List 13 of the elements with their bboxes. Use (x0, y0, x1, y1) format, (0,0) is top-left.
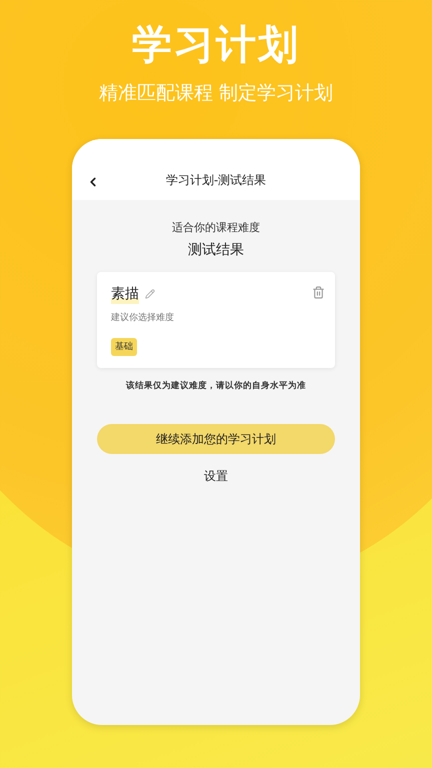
result-heading: 测试结果 (188, 241, 244, 260)
banner-title: 学习计划 (132, 21, 300, 70)
level-tag: 基础 (111, 338, 137, 356)
banner-subtitle: 精准匹配课程 制定学习计划 (98, 81, 334, 106)
course-name: 素描 (111, 284, 139, 304)
header-title: 学习计划-测试结果 (166, 172, 266, 189)
trash-icon[interactable] (312, 286, 325, 299)
note-text: 该结果仅为建议难度，请以你的自身水平为准 (126, 380, 306, 392)
settings-link[interactable]: 设置 (200, 466, 232, 487)
edit-icon[interactable] (145, 289, 155, 299)
add-plan-button[interactable]: 继续添加您的学习计划 (97, 424, 335, 454)
caption: 适合你的课程难度 (172, 220, 260, 236)
card-hint: 建议你选择难度 (111, 312, 174, 324)
